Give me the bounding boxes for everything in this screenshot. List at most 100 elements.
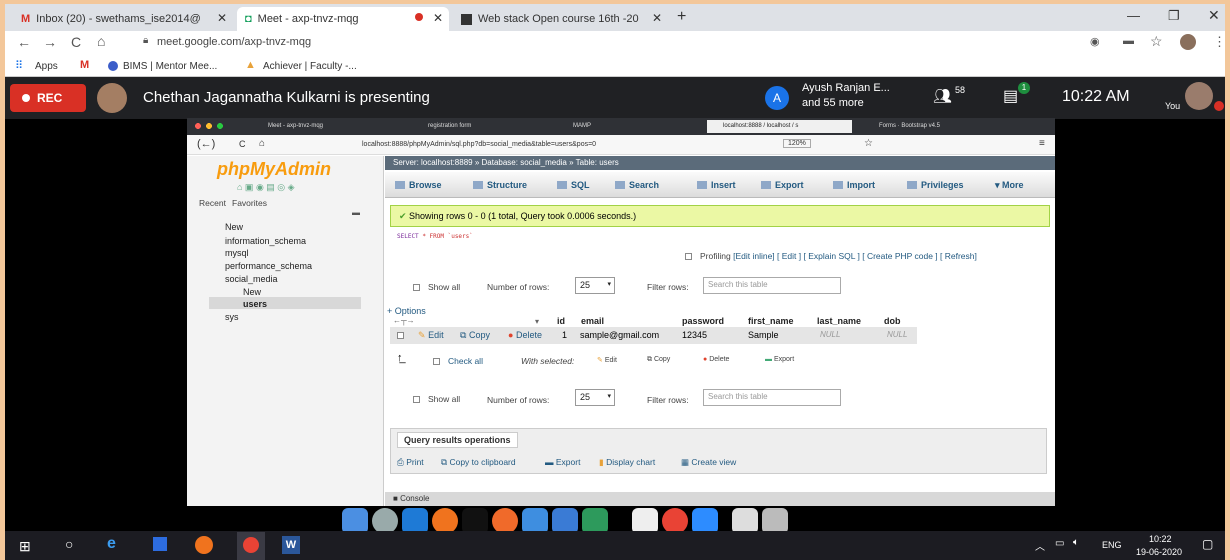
col-email[interactable]: email xyxy=(581,316,604,326)
new-tab-button[interactable]: + xyxy=(677,8,686,26)
sql-query[interactable]: SELECT * FROM `users` xyxy=(397,233,473,240)
bulk-copy[interactable]: ⧉ Copy xyxy=(647,356,670,364)
camera-icon[interactable]: ◉ xyxy=(1090,35,1100,48)
favorites-tab[interactable]: Favorites xyxy=(232,198,267,208)
tree-sys[interactable]: sys xyxy=(225,312,239,322)
forward-icon[interactable]: → xyxy=(43,34,57,50)
inner-back-icon[interactable]: (←) xyxy=(197,138,215,150)
pma-quick-icons[interactable]: ⌂ ▣ ◉ ▤ ◎ ◈ xyxy=(237,182,295,193)
back-icon[interactable]: ← xyxy=(17,34,31,50)
inner-reload-icon[interactable]: C xyxy=(239,139,246,149)
bulk-delete[interactable]: ● Delete xyxy=(703,356,729,363)
inner-tab-forms[interactable]: Forms · Bootstrap v4.5 xyxy=(863,120,1003,133)
table-row[interactable]: ✎ Edit ⧉ Copy ● Delete 1 sample@gmail.co… xyxy=(390,327,917,344)
volume-icon[interactable]: 🔈︎ xyxy=(1073,537,1079,548)
col-password[interactable]: password xyxy=(682,316,724,326)
column-arrows-icon[interactable]: ←┬→ xyxy=(393,316,415,325)
inner-url-field[interactable]: localhost:8888/phpMyAdmin/sql.php?db=soc… xyxy=(362,141,596,148)
create-view-link[interactable]: ▦ Create view xyxy=(681,457,736,468)
maximize-button[interactable]: ❐ xyxy=(1168,8,1180,24)
inner-home-icon[interactable]: ⌂ xyxy=(259,138,265,149)
edit-link[interactable]: ✎ Edit xyxy=(418,330,444,341)
lang-indicator[interactable]: ENG xyxy=(1102,540,1122,550)
tab-search[interactable]: Search xyxy=(615,180,659,190)
close-icon[interactable]: ✕ xyxy=(433,11,443,25)
word-icon[interactable]: W xyxy=(282,536,300,554)
breadcrumb[interactable]: Server: localhost:8889 » Database: socia… xyxy=(385,156,1055,170)
reload-icon[interactable]: C xyxy=(71,34,81,50)
home-icon[interactable]: ⌂ xyxy=(97,33,105,49)
profiling-checkbox[interactable]: Profiling [Edit inline] [ Edit ] [ Expla… xyxy=(685,251,977,261)
firefox-taskbar-icon[interactable] xyxy=(195,536,213,554)
tray-up-icon[interactable]: ︿ xyxy=(1035,538,1045,553)
cell-first-name[interactable]: Sample xyxy=(748,330,779,340)
tab-export[interactable]: Export xyxy=(761,180,804,190)
check-all-checkbox[interactable]: Check all xyxy=(433,356,483,366)
edge-icon[interactable]: e xyxy=(107,535,116,553)
copy-link[interactable]: ⧉ Copy xyxy=(460,330,490,341)
close-icon[interactable]: ✕ xyxy=(217,11,227,25)
cast-icon[interactable]: ▬ xyxy=(1123,35,1134,47)
tab-gmail[interactable]: M Inbox (20) - swethams_ise2014@ ✕ xyxy=(13,7,233,31)
chat-icon[interactable]: ▤ xyxy=(1003,86,1018,106)
recent-tab[interactable]: Recent xyxy=(199,198,226,208)
copy-clipboard-link[interactable]: ⧉ Copy to clipboard xyxy=(441,457,516,468)
bulk-export[interactable]: ▬ Export xyxy=(765,356,794,363)
collapse-icon[interactable]: ▬ xyxy=(352,208,360,217)
tree-new[interactable]: New xyxy=(225,222,243,232)
bookmark-bims[interactable]: BIMS | Mentor Mee... xyxy=(123,61,217,72)
tree-mysql[interactable]: mysql xyxy=(225,248,249,258)
tab-import[interactable]: Import xyxy=(833,180,875,190)
minimize-button[interactable]: — xyxy=(1127,8,1140,23)
tree-information-schema[interactable]: information_schema xyxy=(225,236,306,246)
print-link[interactable]: ⎙ Print xyxy=(397,457,424,468)
tab-meet[interactable]: ◘ Meet - axp-tnvz-mqg ✕ xyxy=(237,7,449,31)
col-dob[interactable]: dob xyxy=(884,316,901,326)
star-icon[interactable]: ☆ xyxy=(1150,33,1163,50)
options-link[interactable]: + Options xyxy=(387,306,426,316)
kebab-menu-icon[interactable]: ⋮ xyxy=(1213,34,1226,50)
tab-browse[interactable]: Browse xyxy=(395,180,442,190)
profile-avatar[interactable] xyxy=(1180,34,1196,50)
cell-id[interactable]: 1 xyxy=(562,330,567,340)
cell-last-name[interactable]: NULL xyxy=(820,330,840,339)
col-id[interactable]: id xyxy=(557,316,565,326)
bookmark-apps[interactable]: Apps xyxy=(35,61,58,72)
profiling-links[interactable]: [Edit inline] [ Edit ] [ Explain SQL ] [… xyxy=(733,251,977,261)
bookmark-achiever[interactable]: Achiever | Faculty -... xyxy=(263,61,357,72)
close-icon[interactable]: ✕ xyxy=(652,11,662,25)
inner-star-icon[interactable]: ☆ xyxy=(864,138,873,149)
tree-users[interactable]: users xyxy=(243,299,267,309)
filter-rows-input[interactable]: Search this table xyxy=(703,277,841,294)
tree-performance-schema[interactable]: performance_schema xyxy=(225,261,312,271)
bulk-edit[interactable]: ✎ Edit xyxy=(597,356,617,364)
tab-insert[interactable]: Insert xyxy=(697,180,736,190)
inner-tab-mamp[interactable]: MAMP xyxy=(557,120,697,133)
display-chart-link[interactable]: ▮ Display chart xyxy=(599,457,655,468)
tab-structure[interactable]: Structure xyxy=(473,180,527,190)
sort-icon[interactable]: ▾ xyxy=(535,317,539,326)
url-field[interactable]: meet.google.com/axp-tnvz-mqg xyxy=(157,36,311,48)
notification-icon[interactable]: ▢ xyxy=(1202,537,1213,551)
tab-privileges[interactable]: Privileges xyxy=(907,180,964,190)
tab-sql[interactable]: SQL xyxy=(557,180,590,190)
cell-dob[interactable]: NULL xyxy=(887,330,907,339)
delete-link[interactable]: ● Delete xyxy=(508,330,542,340)
export-link[interactable]: ▬ Export xyxy=(545,457,580,467)
col-first-name[interactable]: first_name xyxy=(748,316,794,326)
num-rows-select-2[interactable]: 25 ▾ xyxy=(575,389,615,406)
taskbar-time[interactable]: 10:22 xyxy=(1149,534,1172,544)
people-icon[interactable]: 👥︎ xyxy=(933,87,952,105)
tree-social-media[interactable]: social_media xyxy=(225,274,278,284)
inner-zoom[interactable]: 120% xyxy=(783,139,811,148)
tab-docs[interactable]: Web stack Open course 16th -20 ✕ xyxy=(453,7,668,31)
tab-more[interactable]: ▾ More xyxy=(995,180,1024,191)
taskbar-date[interactable]: 19-06-2020 xyxy=(1136,547,1182,557)
battery-icon[interactable]: ▭ xyxy=(1055,538,1064,549)
col-last-name[interactable]: last_name xyxy=(817,316,861,326)
cell-password[interactable]: 12345 xyxy=(682,330,707,340)
pinned-app-icon[interactable] xyxy=(153,537,167,551)
cell-email[interactable]: sample@gmail.com xyxy=(580,330,659,340)
window-close-button[interactable]: ✕ xyxy=(1208,7,1220,24)
show-all-checkbox-2[interactable]: Show all xyxy=(413,394,460,404)
